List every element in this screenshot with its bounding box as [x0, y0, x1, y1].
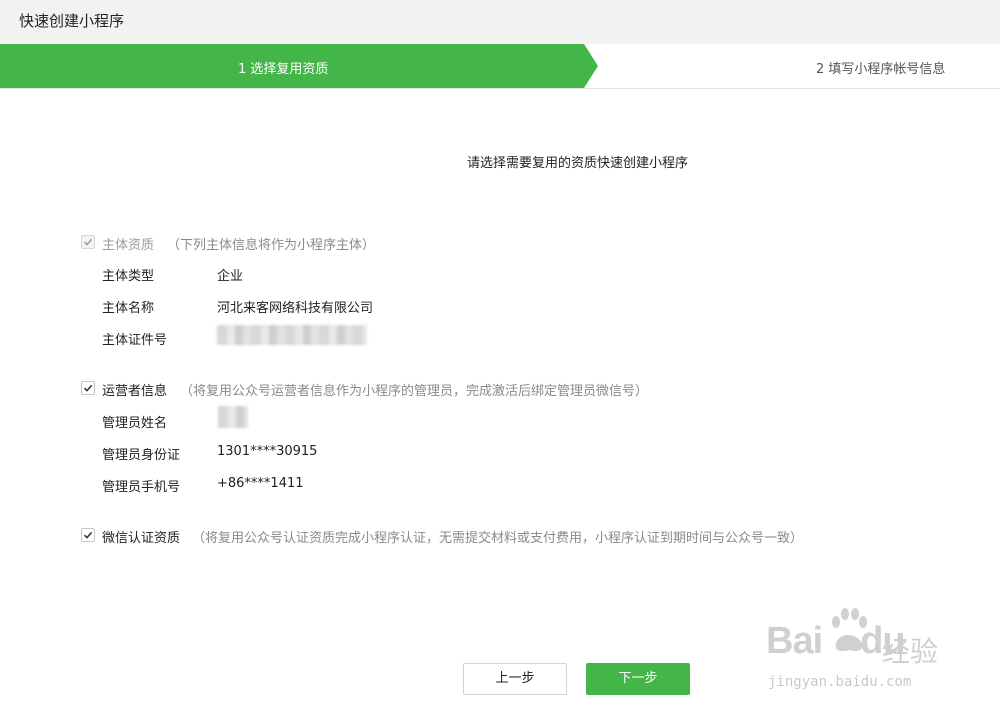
- checkmark-icon: [83, 238, 93, 246]
- subject-type-value: 企业: [217, 269, 244, 284]
- admin-id-value: 1301****30915: [217, 444, 318, 459]
- baidu-jingyan-watermark: Bai du 经验 jingyan.baidu.com: [766, 608, 956, 698]
- subject-section-title: 主体资质: [102, 238, 155, 253]
- subject-id-label: 主体证件号: [102, 333, 168, 348]
- admin-phone-value: +86****1411: [217, 476, 304, 491]
- subject-type-label: 主体类型: [102, 269, 155, 284]
- watermark-url: jingyan.baidu.com: [768, 674, 912, 690]
- prev-step-button[interactable]: 上一步: [463, 663, 567, 695]
- operator-section-note: （将复用公众号运营者信息作为小程序的管理员，完成激活后绑定管理员微信号）: [180, 384, 649, 399]
- operator-section-title: 运营者信息: [102, 384, 168, 399]
- subject-id-redacted: [217, 325, 367, 345]
- admin-name-redacted: [218, 406, 248, 428]
- next-step-button[interactable]: 下一步: [586, 663, 690, 695]
- paw-icon: [832, 608, 867, 652]
- header-bar: 快速创建小程序: [0, 0, 1000, 44]
- intro-text: 请选择需要复用的资质快速创建小程序: [467, 156, 689, 171]
- admin-phone-label: 管理员手机号: [102, 480, 181, 495]
- wechat-section-title: 微信认证资质: [102, 531, 181, 546]
- checkmark-icon: [83, 384, 93, 392]
- checkmark-icon: [83, 531, 93, 539]
- wechat-verify-checkbox[interactable]: [81, 528, 95, 542]
- subject-name-value: 河北来客网络科技有限公司: [217, 301, 374, 316]
- wechat-section-note: （将复用公众号认证资质完成小程序认证，无需提交材料或支付费用，小程序认证到期时间…: [192, 531, 804, 546]
- subject-name-label: 主体名称: [102, 301, 155, 316]
- admin-name-label: 管理员姓名: [102, 416, 168, 431]
- step-2-label: 2 填写小程序帐号信息: [816, 62, 946, 77]
- page-title: 快速创建小程序: [19, 12, 125, 30]
- subject-section-note: （下列主体信息将作为小程序主体）: [167, 238, 376, 253]
- watermark-cn: 经验: [882, 635, 939, 668]
- admin-id-label: 管理员身份证: [102, 448, 181, 463]
- step-1-label: 1 选择复用资质: [238, 62, 329, 77]
- watermark-brand: Bai: [766, 620, 823, 662]
- subject-checkbox[interactable]: [81, 235, 95, 249]
- operator-checkbox[interactable]: [81, 381, 95, 395]
